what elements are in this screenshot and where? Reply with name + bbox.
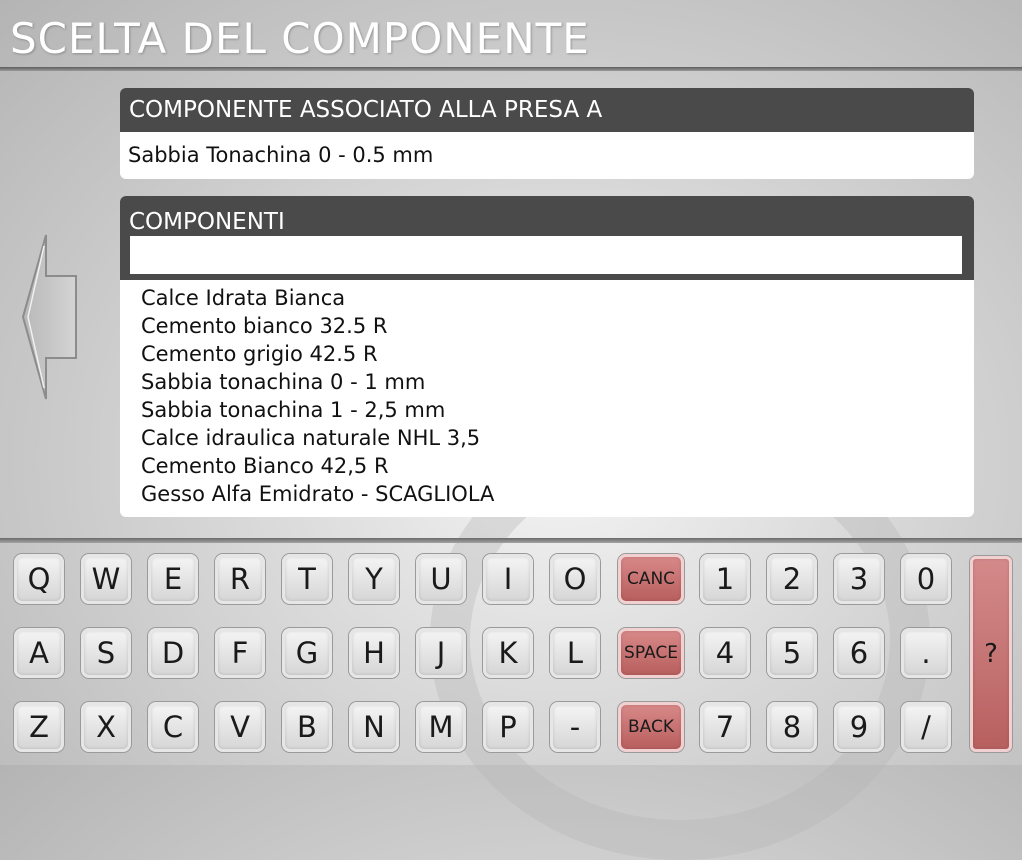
key-f[interactable]: F — [215, 628, 265, 678]
list-item[interactable]: Calce Idrata Bianca — [141, 284, 974, 312]
list-item[interactable]: Sabbia tonachina 0 - 1 mm — [141, 368, 974, 396]
key-y[interactable]: Y — [349, 554, 399, 604]
key-b[interactable]: B — [282, 702, 332, 752]
key-h[interactable]: H — [349, 628, 399, 678]
key-r[interactable]: R — [215, 554, 265, 604]
list-item[interactable]: Sabbia tonachina 1 - 2,5 mm — [141, 396, 974, 424]
list-item[interactable]: Cemento grigio 42.5 R — [141, 340, 974, 368]
key-w[interactable]: W — [81, 554, 131, 604]
back-button[interactable]: BACK — [618, 702, 684, 752]
key-i[interactable]: I — [483, 554, 533, 604]
list-item[interactable]: Gesso Alfa Emidrato - SCAGLIOLA — [141, 480, 974, 508]
key-3[interactable]: 3 — [834, 554, 884, 604]
key-2[interactable]: 2 — [767, 554, 817, 604]
list-item[interactable]: Calce idraulica naturale NHL 3,5 — [141, 424, 974, 452]
keyboard-divider — [0, 538, 1022, 543]
key-n[interactable]: N — [349, 702, 399, 752]
canc-button[interactable]: CANC — [618, 554, 684, 604]
components-label: COMPONENTI — [129, 209, 285, 235]
key-6[interactable]: 6 — [834, 628, 884, 678]
key-k[interactable]: K — [483, 628, 533, 678]
key-o[interactable]: O — [550, 554, 600, 604]
list-item[interactable]: Cemento bianco 32.5 R — [141, 312, 974, 340]
key-g[interactable]: G — [282, 628, 332, 678]
key-j[interactable]: J — [416, 628, 466, 678]
key-1[interactable]: 1 — [700, 554, 750, 604]
key-slash[interactable]: / — [901, 702, 951, 752]
key-m[interactable]: M — [416, 702, 466, 752]
key-d[interactable]: D — [148, 628, 198, 678]
key-a[interactable]: A — [14, 628, 64, 678]
space-button[interactable]: SPACE — [618, 628, 684, 678]
key-dot[interactable]: . — [901, 628, 951, 678]
key-s[interactable]: S — [81, 628, 131, 678]
key-4[interactable]: 4 — [700, 628, 750, 678]
key-x[interactable]: X — [81, 702, 131, 752]
components-header: COMPONENTI — [120, 196, 974, 280]
associated-component-header: COMPONENTE ASSOCIATO ALLA PRESA A — [120, 88, 974, 132]
key-z[interactable]: Z — [14, 702, 64, 752]
key-v[interactable]: V — [215, 702, 265, 752]
key-7[interactable]: 7 — [700, 702, 750, 752]
key-dash[interactable]: - — [550, 702, 600, 752]
title-divider — [0, 67, 1022, 71]
components-list: Calce Idrata Bianca Cemento bianco 32.5 … — [120, 280, 974, 508]
key-8[interactable]: 8 — [767, 702, 817, 752]
key-c[interactable]: C — [148, 702, 198, 752]
page-title: SCELTA DEL COMPONENTE — [10, 14, 590, 63]
arrow-left-icon[interactable] — [20, 232, 80, 402]
key-u[interactable]: U — [416, 554, 466, 604]
key-e[interactable]: E — [148, 554, 198, 604]
component-search-input[interactable] — [130, 236, 962, 274]
key-5[interactable]: 5 — [767, 628, 817, 678]
components-panel: COMPONENTI Calce Idrata Bianca Cemento b… — [120, 196, 974, 517]
associated-component-panel: COMPONENTE ASSOCIATO ALLA PRESA A Sabbia… — [120, 88, 974, 179]
help-button[interactable]: ? — [970, 556, 1012, 752]
list-item[interactable]: Cemento Bianco 42,5 R — [141, 452, 974, 480]
key-l[interactable]: L — [550, 628, 600, 678]
key-q[interactable]: Q — [14, 554, 64, 604]
key-9[interactable]: 9 — [834, 702, 884, 752]
key-t[interactable]: T — [282, 554, 332, 604]
key-0[interactable]: 0 — [901, 554, 951, 604]
associated-component-value: Sabbia Tonachina 0 - 0.5 mm — [120, 132, 974, 179]
key-p[interactable]: P — [483, 702, 533, 752]
